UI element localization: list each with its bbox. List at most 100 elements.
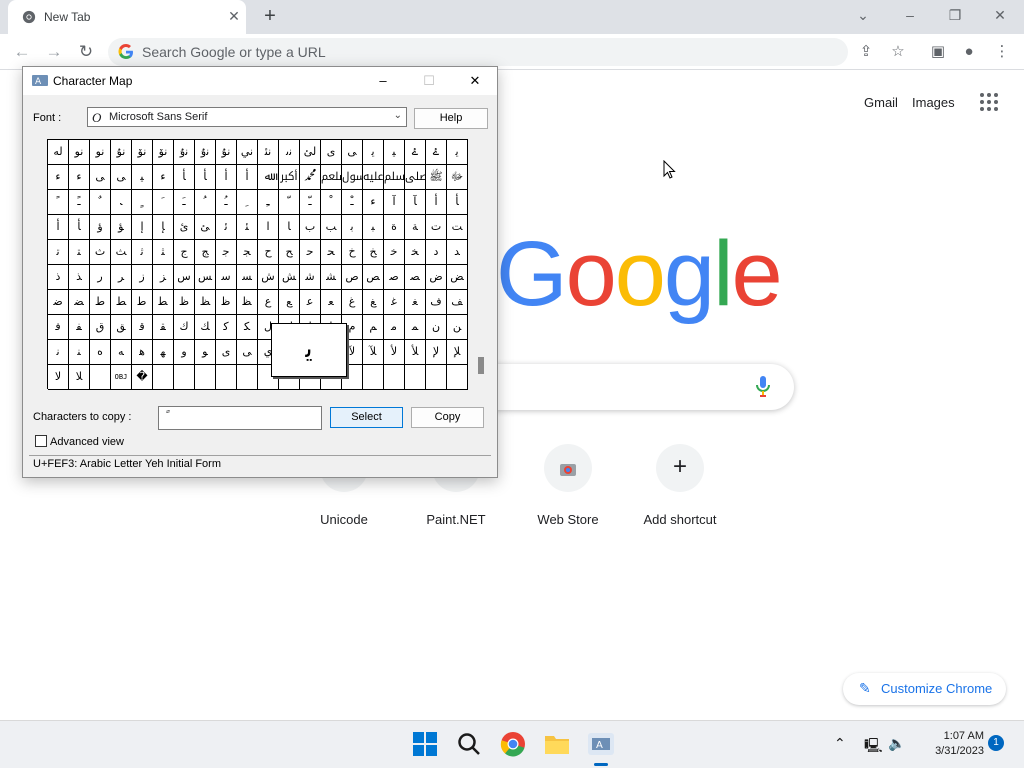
- character-cell[interactable]: ﺋ: [216, 215, 237, 240]
- characters-to-copy-field[interactable]: ً: [158, 406, 322, 430]
- profile-avatar-icon[interactable]: ●: [959, 42, 979, 62]
- side-panel-icon[interactable]: ▣: [928, 42, 948, 62]
- character-cell[interactable]: ﻛ: [216, 315, 237, 340]
- character-cell[interactable]: ﻌ: [321, 290, 342, 315]
- character-cell[interactable]: ﺪ: [447, 240, 468, 265]
- character-cell[interactable]: ﺡ: [258, 240, 279, 265]
- character-cell[interactable]: [216, 365, 237, 390]
- character-cell[interactable]: ﻭ: [174, 340, 195, 365]
- character-cell[interactable]: ﻧﺌ: [258, 140, 279, 165]
- charmap-minimize-button[interactable]: –: [369, 72, 397, 90]
- character-cell[interactable]: ﹶ: [153, 190, 174, 215]
- character-cell[interactable]: ﻮ: [195, 340, 216, 365]
- character-cell[interactable]: ﺃ: [48, 215, 69, 240]
- character-cell[interactable]: ﷴ: [300, 165, 321, 190]
- back-arrow-icon[interactable]: ←: [12, 42, 32, 62]
- character-cell[interactable]: [237, 365, 258, 390]
- character-cell[interactable]: ﻍ: [342, 290, 363, 315]
- character-cell[interactable]: ﻅ: [174, 290, 195, 315]
- windows-start-icon[interactable]: [412, 731, 438, 757]
- character-cell[interactable]: ﺺ: [363, 265, 384, 290]
- character-cell[interactable]: ﻒ: [447, 290, 468, 315]
- character-cell[interactable]: ﺯ: [132, 265, 153, 290]
- character-cell[interactable]: ﻕ: [90, 315, 111, 340]
- chevron-up-icon[interactable]: ⌃: [834, 735, 846, 752]
- character-cell[interactable]: ﯿ: [132, 165, 153, 190]
- character-cell[interactable]: ﺒ: [363, 215, 384, 240]
- character-cell[interactable]: ﻔ: [69, 315, 90, 340]
- chrome-taskbar-icon[interactable]: [500, 731, 526, 757]
- character-cell[interactable]: ﻚ: [195, 315, 216, 340]
- menu-kebab-icon[interactable]: ⋮: [992, 42, 1012, 62]
- character-cell[interactable]: ﺚ: [111, 240, 132, 265]
- grid-scrollbar-thumb[interactable]: [478, 357, 484, 374]
- character-cell[interactable]: ﺀ: [153, 165, 174, 190]
- character-cell[interactable]: ﻟﻪ: [48, 140, 69, 165]
- character-cell[interactable]: ﯿ: [384, 140, 405, 165]
- character-grid[interactable]: ﻟﻪ ﻧﻮ ﻧﻮ ﻧﯘ ﻧﯚ ﻧﯚ ﻧﯗ ﻧﯗ ﻧﯘ ﻧﻲ ﻧﺌ ﻧﯨ ﻟﺊ ﯼ ﯽ ﯾ ﯿ ۓ ۓ ﯾ ﺀ ﺀ ﯽ ﯽ ﯿ ﺀ ﺄ…: [47, 139, 468, 390]
- character-cell[interactable]: ﻪ: [111, 340, 132, 365]
- character-cell[interactable]: ﻓ: [48, 315, 69, 340]
- character-cell[interactable]: ﺖ: [447, 215, 468, 240]
- shortcut-add[interactable]: + Add shortcut: [624, 440, 736, 530]
- character-cell[interactable]: ﺿ: [48, 290, 69, 315]
- tab-search-icon[interactable]: ⌄: [853, 6, 873, 24]
- character-cell[interactable]: ﺱ: [174, 265, 195, 290]
- character-cell[interactable]: ﹾ: [321, 190, 342, 215]
- character-cell[interactable]: ﻰ: [237, 340, 258, 365]
- select-button[interactable]: Select: [330, 407, 403, 428]
- character-cell[interactable]: ﺭ: [90, 265, 111, 290]
- character-cell[interactable]: ﻊ: [279, 290, 300, 315]
- character-cell[interactable]: ﻣ: [384, 315, 405, 340]
- character-cell[interactable]: ﺷ: [300, 265, 321, 290]
- bookmark-star-icon[interactable]: ☆: [888, 42, 908, 62]
- character-cell[interactable]: ﻤ: [405, 315, 426, 340]
- character-cell[interactable]: [405, 365, 426, 390]
- character-cell[interactable]: ﺶ: [279, 265, 300, 290]
- character-cell[interactable]: ﻉ: [258, 290, 279, 315]
- character-cell[interactable]: ﺟ: [216, 240, 237, 265]
- character-cell[interactable]: ﻄ: [153, 290, 174, 315]
- character-cell[interactable]: ﻧﯘ: [216, 140, 237, 165]
- share-icon[interactable]: ⇪: [856, 42, 876, 62]
- character-cell[interactable]: ﺔ: [405, 215, 426, 240]
- character-cell[interactable]: ﺫ: [48, 265, 69, 290]
- character-cell[interactable]: ﻧﯘ: [111, 140, 132, 165]
- character-cell[interactable]: ﻧﯗ: [195, 140, 216, 165]
- character-cell[interactable]: ۓ: [405, 140, 426, 165]
- character-cell[interactable]: ﹰ: [48, 190, 69, 215]
- character-cell[interactable]: ﯽ: [111, 165, 132, 190]
- character-cell[interactable]: ﻖ: [111, 315, 132, 340]
- character-cell[interactable]: ﺀ: [363, 190, 384, 215]
- character-cell[interactable]: ﺑ: [342, 215, 363, 240]
- character-cell[interactable]: ﹱ: [69, 190, 90, 215]
- search-icon[interactable]: [456, 731, 482, 757]
- character-cell[interactable]: ﺴ: [237, 265, 258, 290]
- gmail-link[interactable]: Gmail: [864, 95, 898, 110]
- character-cell[interactable]: ﺄ: [174, 165, 195, 190]
- character-cell[interactable]: ﺥ: [342, 240, 363, 265]
- character-cell[interactable]: ﺈ: [153, 215, 174, 240]
- character-cell[interactable]: ﺤ: [321, 240, 342, 265]
- character-cell[interactable]: ﷳ: [279, 165, 300, 190]
- google-apps-icon[interactable]: [980, 93, 1000, 113]
- character-cell[interactable]: ﹳ: [111, 190, 132, 215]
- character-cell[interactable]: [174, 365, 195, 390]
- character-cell[interactable]: ﺙ: [90, 240, 111, 265]
- character-cell[interactable]: OBJ: [111, 365, 132, 390]
- character-cell[interactable]: ﺘ: [69, 240, 90, 265]
- character-cell[interactable]: ﷸ: [384, 165, 405, 190]
- character-cell[interactable]: ﯼ: [321, 140, 342, 165]
- character-cell[interactable]: ﻇ: [216, 290, 237, 315]
- character-cell[interactable]: ﺍ: [258, 215, 279, 240]
- character-cell[interactable]: ﺵ: [258, 265, 279, 290]
- font-dropdown[interactable]: O Microsoft Sans Serif ⌄: [87, 107, 407, 127]
- tab-close-icon[interactable]: ✕: [226, 8, 242, 24]
- character-cell[interactable]: ﻈ: [237, 290, 258, 315]
- character-cell[interactable]: ﯽ: [342, 140, 363, 165]
- images-link[interactable]: Images: [912, 95, 955, 110]
- network-icon[interactable]: 🖳: [864, 735, 883, 759]
- character-cell[interactable]: ﺬ: [69, 265, 90, 290]
- copy-button[interactable]: Copy: [411, 407, 484, 428]
- reload-icon[interactable]: ↻: [76, 42, 96, 62]
